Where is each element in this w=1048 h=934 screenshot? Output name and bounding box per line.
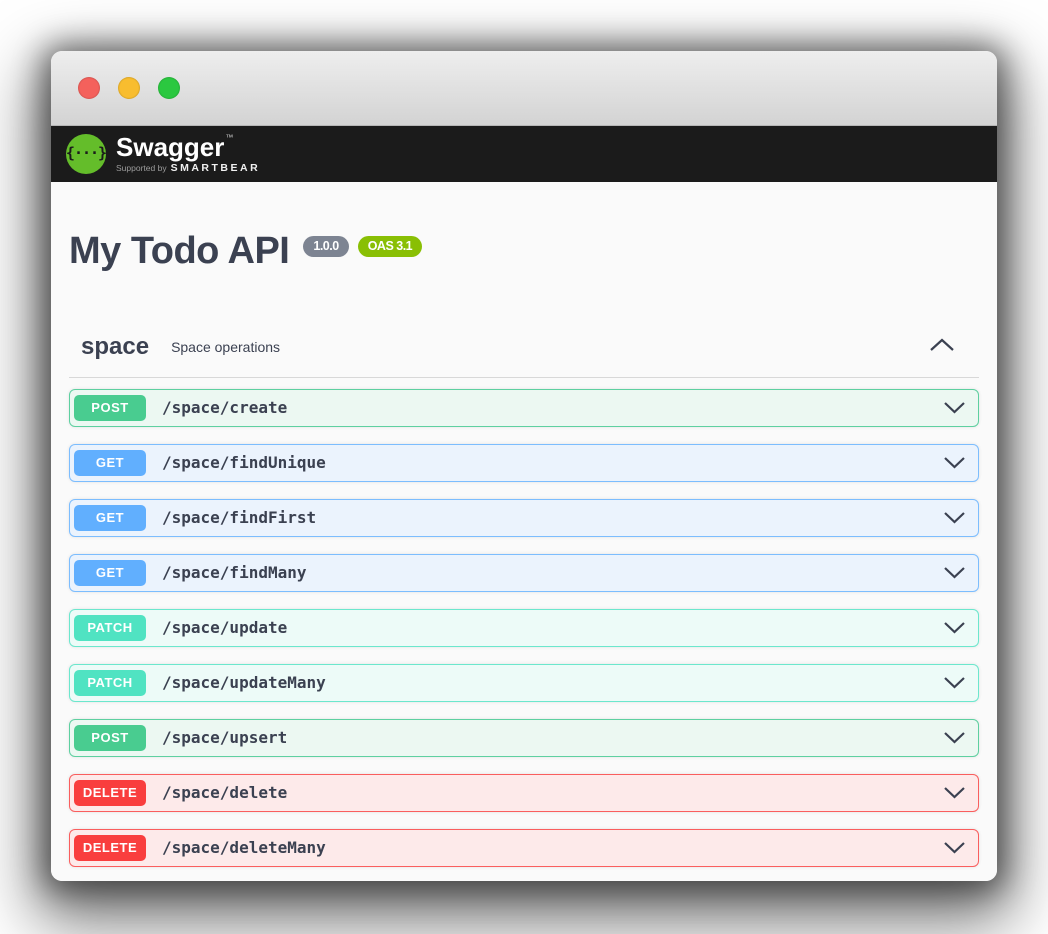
method-badge: DELETE	[74, 835, 146, 861]
operation-row[interactable]: GET /space/findUnique	[69, 444, 979, 482]
section-divider	[69, 377, 979, 378]
method-badge: GET	[74, 560, 146, 586]
chevron-down-icon[interactable]	[943, 621, 966, 634]
title-badges: 1.0.0 OAS 3.1	[303, 236, 422, 257]
maximize-button[interactable]	[158, 77, 180, 99]
chevron-up-icon[interactable]	[929, 337, 955, 352]
braces-glyph: {···}	[66, 144, 106, 162]
method-badge: PATCH	[74, 615, 146, 641]
operation-row[interactable]: PATCH /space/updateMany	[69, 664, 979, 702]
method-badge: PATCH	[74, 670, 146, 696]
operation-path: /space/upsert	[162, 728, 287, 747]
page-title: My Todo API 1.0.0 OAS 3.1	[69, 232, 979, 272]
operation-row[interactable]: POST /space/upsert	[69, 719, 979, 757]
chevron-down-icon[interactable]	[943, 511, 966, 524]
operation-row[interactable]: POST /space/create	[69, 389, 979, 427]
method-badge: POST	[74, 395, 146, 421]
operation-path: /space/deleteMany	[162, 838, 326, 857]
version-badge: 1.0.0	[303, 236, 348, 257]
tag-name: space	[81, 333, 149, 361]
operation-path: /space/delete	[162, 783, 287, 802]
window-titlebar	[51, 51, 997, 126]
trademark-mark: ™	[225, 133, 233, 142]
chevron-down-icon[interactable]	[943, 676, 966, 689]
operation-row[interactable]: DELETE /space/delete	[69, 774, 979, 812]
operation-path: /space/findUnique	[162, 453, 326, 472]
operation-path: /space/findFirst	[162, 508, 316, 527]
swagger-topbar: {···} Swagger™ Supported by SMARTBEAR	[51, 126, 997, 182]
method-badge: GET	[74, 505, 146, 531]
operation-row[interactable]: PATCH /space/update	[69, 609, 979, 647]
brand-subtitle: Supported by SMARTBEAR	[116, 163, 260, 174]
brand-name: Swagger™	[116, 134, 260, 160]
chevron-down-icon[interactable]	[943, 841, 966, 854]
traffic-lights	[78, 77, 180, 99]
operation-row[interactable]: DELETE /space/deleteMany	[69, 829, 979, 867]
chevron-down-icon[interactable]	[943, 566, 966, 579]
brand-wordmark: Swagger	[116, 132, 224, 162]
operation-path: /space/create	[162, 398, 287, 417]
operations-list: POST /space/create GET /space/findUnique…	[69, 389, 979, 867]
method-badge: DELETE	[74, 780, 146, 806]
tag-description: Space operations	[171, 339, 280, 355]
operation-row[interactable]: GET /space/findFirst	[69, 499, 979, 537]
minimize-button[interactable]	[118, 77, 140, 99]
swagger-logo-icon: {···}	[66, 134, 106, 174]
oas-badge: OAS 3.1	[358, 236, 422, 257]
close-button[interactable]	[78, 77, 100, 99]
chevron-down-icon[interactable]	[943, 456, 966, 469]
method-badge: POST	[74, 725, 146, 751]
chevron-down-icon[interactable]	[943, 731, 966, 744]
smartbear-wordmark: SMARTBEAR	[171, 162, 261, 174]
chevron-down-icon[interactable]	[943, 786, 966, 799]
chevron-down-icon[interactable]	[943, 401, 966, 414]
api-doc-content: My Todo API 1.0.0 OAS 3.1 space Space op…	[51, 182, 997, 881]
app-window: {···} Swagger™ Supported by SMARTBEAR My …	[51, 51, 997, 881]
operation-path: /space/updateMany	[162, 673, 326, 692]
operation-path: /space/update	[162, 618, 287, 637]
operation-path: /space/findMany	[162, 563, 307, 582]
brand-text: Swagger™ Supported by SMARTBEAR	[116, 134, 260, 174]
supported-by-label: Supported by	[116, 163, 167, 173]
swagger-logo-link[interactable]: {···} Swagger™ Supported by SMARTBEAR	[66, 134, 260, 174]
api-title-text: My Todo API	[69, 232, 289, 272]
tag-section-header[interactable]: space Space operations	[69, 332, 979, 362]
operation-row[interactable]: GET /space/findMany	[69, 554, 979, 592]
method-badge: GET	[74, 450, 146, 476]
